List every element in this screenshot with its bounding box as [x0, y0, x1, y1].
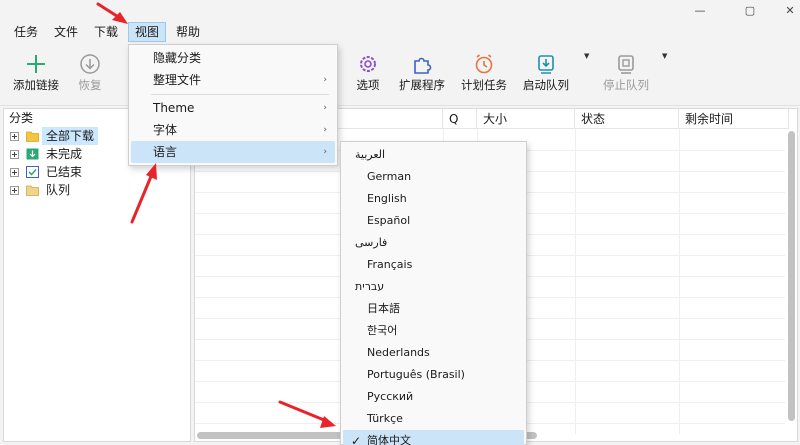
language-option-portuguese-brazil[interactable]: Português (Brasil)	[343, 364, 524, 386]
expand-icon[interactable]	[10, 168, 19, 177]
language-option-label: 简体中文	[367, 434, 411, 445]
menu-item-label: 整理文件	[153, 73, 202, 87]
resume-label: 恢复	[78, 78, 102, 92]
expand-icon[interactable]	[10, 186, 19, 195]
language-option-persian[interactable]: فارسی	[343, 232, 524, 254]
menu-item-theme[interactable]: Theme ›	[131, 97, 335, 119]
stop-queue-label: 停止队列	[603, 78, 649, 92]
tree-item-label: 队列	[46, 183, 71, 197]
language-option-german[interactable]: German	[343, 166, 524, 188]
gear-icon	[360, 56, 376, 72]
expand-icon[interactable]	[10, 150, 19, 159]
column-header-q[interactable]: Q	[443, 109, 477, 129]
puzzle-icon	[414, 57, 432, 74]
start-queue-label: 启动队列	[523, 78, 569, 92]
column-header-time-left[interactable]: 剩余时间	[679, 109, 789, 129]
start-queue-button[interactable]: 启动队列	[516, 50, 576, 102]
extensions-button[interactable]: 扩展程序	[392, 50, 452, 102]
tree-item-label: 未完成	[46, 147, 83, 161]
folder-icon	[26, 131, 39, 142]
checkbox-icon	[26, 166, 39, 178]
language-option-dutch[interactable]: Nederlands	[343, 342, 524, 364]
column-header-size[interactable]: 大小	[477, 109, 575, 129]
menu-item-label: 语言	[153, 145, 178, 159]
toolbar: 添加链接 恢复 选项 扩展程序 计划任务 启动队列 ▼ 停止队列 ▼	[0, 44, 800, 106]
menu-separator	[151, 94, 329, 95]
table-column-divider	[679, 129, 680, 434]
chevron-right-icon: ›	[323, 125, 327, 135]
stop-queue-button[interactable]: 停止队列	[596, 50, 656, 102]
vertical-scrollbar[interactable]	[788, 131, 795, 421]
language-submenu: العربية German English Español فارسی Fra…	[340, 141, 527, 445]
menu-task[interactable]: 任务	[8, 22, 44, 42]
tree-item-label: 已结束	[46, 165, 83, 179]
language-option-russian[interactable]: Русский	[343, 386, 524, 408]
close-button[interactable]: ✕	[770, 0, 800, 20]
resume-button[interactable]: 恢复	[60, 50, 120, 102]
menu-item-font[interactable]: 字体 ›	[131, 119, 335, 141]
language-option-korean[interactable]: 한국어	[343, 320, 524, 342]
queue-stop-icon	[618, 55, 634, 74]
chevron-right-icon: ›	[323, 75, 327, 85]
tree-item-queue[interactable]: 队列	[4, 181, 190, 199]
chevron-right-icon: ›	[323, 147, 327, 157]
scheduler-label: 计划任务	[461, 78, 507, 92]
menu-item-label: Theme	[153, 101, 195, 115]
menu-download[interactable]: 下载	[88, 22, 124, 42]
menu-bar: 任务 文件 下载 视图 帮助	[0, 20, 800, 44]
menu-view[interactable]: 视图	[128, 22, 167, 42]
stop-queue-dropdown-icon[interactable]: ▼	[662, 52, 667, 60]
expand-icon[interactable]	[10, 132, 19, 141]
menu-item-hide-category[interactable]: 隐藏分类	[131, 47, 335, 69]
chevron-right-icon: ›	[323, 103, 327, 113]
options-label: 选项	[356, 78, 380, 92]
add-link-label: 添加链接	[13, 78, 59, 92]
language-option-japanese[interactable]: 日本語	[343, 298, 524, 320]
menu-item-language[interactable]: 语言 ›	[131, 141, 335, 163]
folder-icon	[26, 185, 39, 196]
language-option-arabic[interactable]: العربية	[343, 144, 524, 166]
unfinished-icon	[26, 148, 39, 160]
menu-file[interactable]: 文件	[48, 22, 84, 42]
alarm-clock-icon	[475, 54, 493, 74]
minimize-button[interactable]: —	[680, 0, 720, 20]
view-menu-dropdown: 隐藏分类 整理文件 › Theme › 字体 › 语言 ›	[128, 44, 338, 166]
language-option-english[interactable]: English	[343, 188, 524, 210]
language-option-hebrew[interactable]: עברית	[343, 276, 524, 298]
checkmark-icon: ✓	[351, 434, 362, 445]
menu-item-label: 隐藏分类	[153, 51, 202, 65]
menu-help[interactable]: 帮助	[170, 22, 206, 42]
close-icon: ✕	[785, 3, 795, 17]
language-option-turkish[interactable]: Türkçe	[343, 408, 524, 430]
scheduler-button[interactable]: 计划任务	[454, 50, 514, 102]
start-queue-dropdown-icon[interactable]: ▼	[584, 52, 589, 60]
language-option-spanish[interactable]: Español	[343, 210, 524, 232]
table-column-divider	[575, 129, 576, 434]
queue-start-icon	[538, 55, 554, 74]
maximize-icon: ▢	[744, 3, 756, 17]
column-header-status[interactable]: 状态	[575, 109, 679, 129]
options-button[interactable]: 选项	[338, 50, 398, 102]
menu-item-label: 字体	[153, 123, 178, 137]
maximize-button[interactable]: ▢	[730, 0, 770, 20]
add-link-button[interactable]: 添加链接	[6, 50, 66, 102]
minimize-icon: —	[694, 3, 706, 17]
language-option-simplified-chinese[interactable]: ✓ 简体中文	[343, 430, 524, 445]
tree-item-label: 全部下载	[42, 127, 99, 145]
menu-item-organize-files[interactable]: 整理文件 ›	[131, 69, 335, 91]
language-option-french[interactable]: Français	[343, 254, 524, 276]
plus-icon	[27, 55, 45, 73]
title-bar: — ▢ ✕	[0, 0, 800, 20]
extensions-label: 扩展程序	[399, 78, 445, 92]
download-circle-icon	[80, 54, 100, 74]
